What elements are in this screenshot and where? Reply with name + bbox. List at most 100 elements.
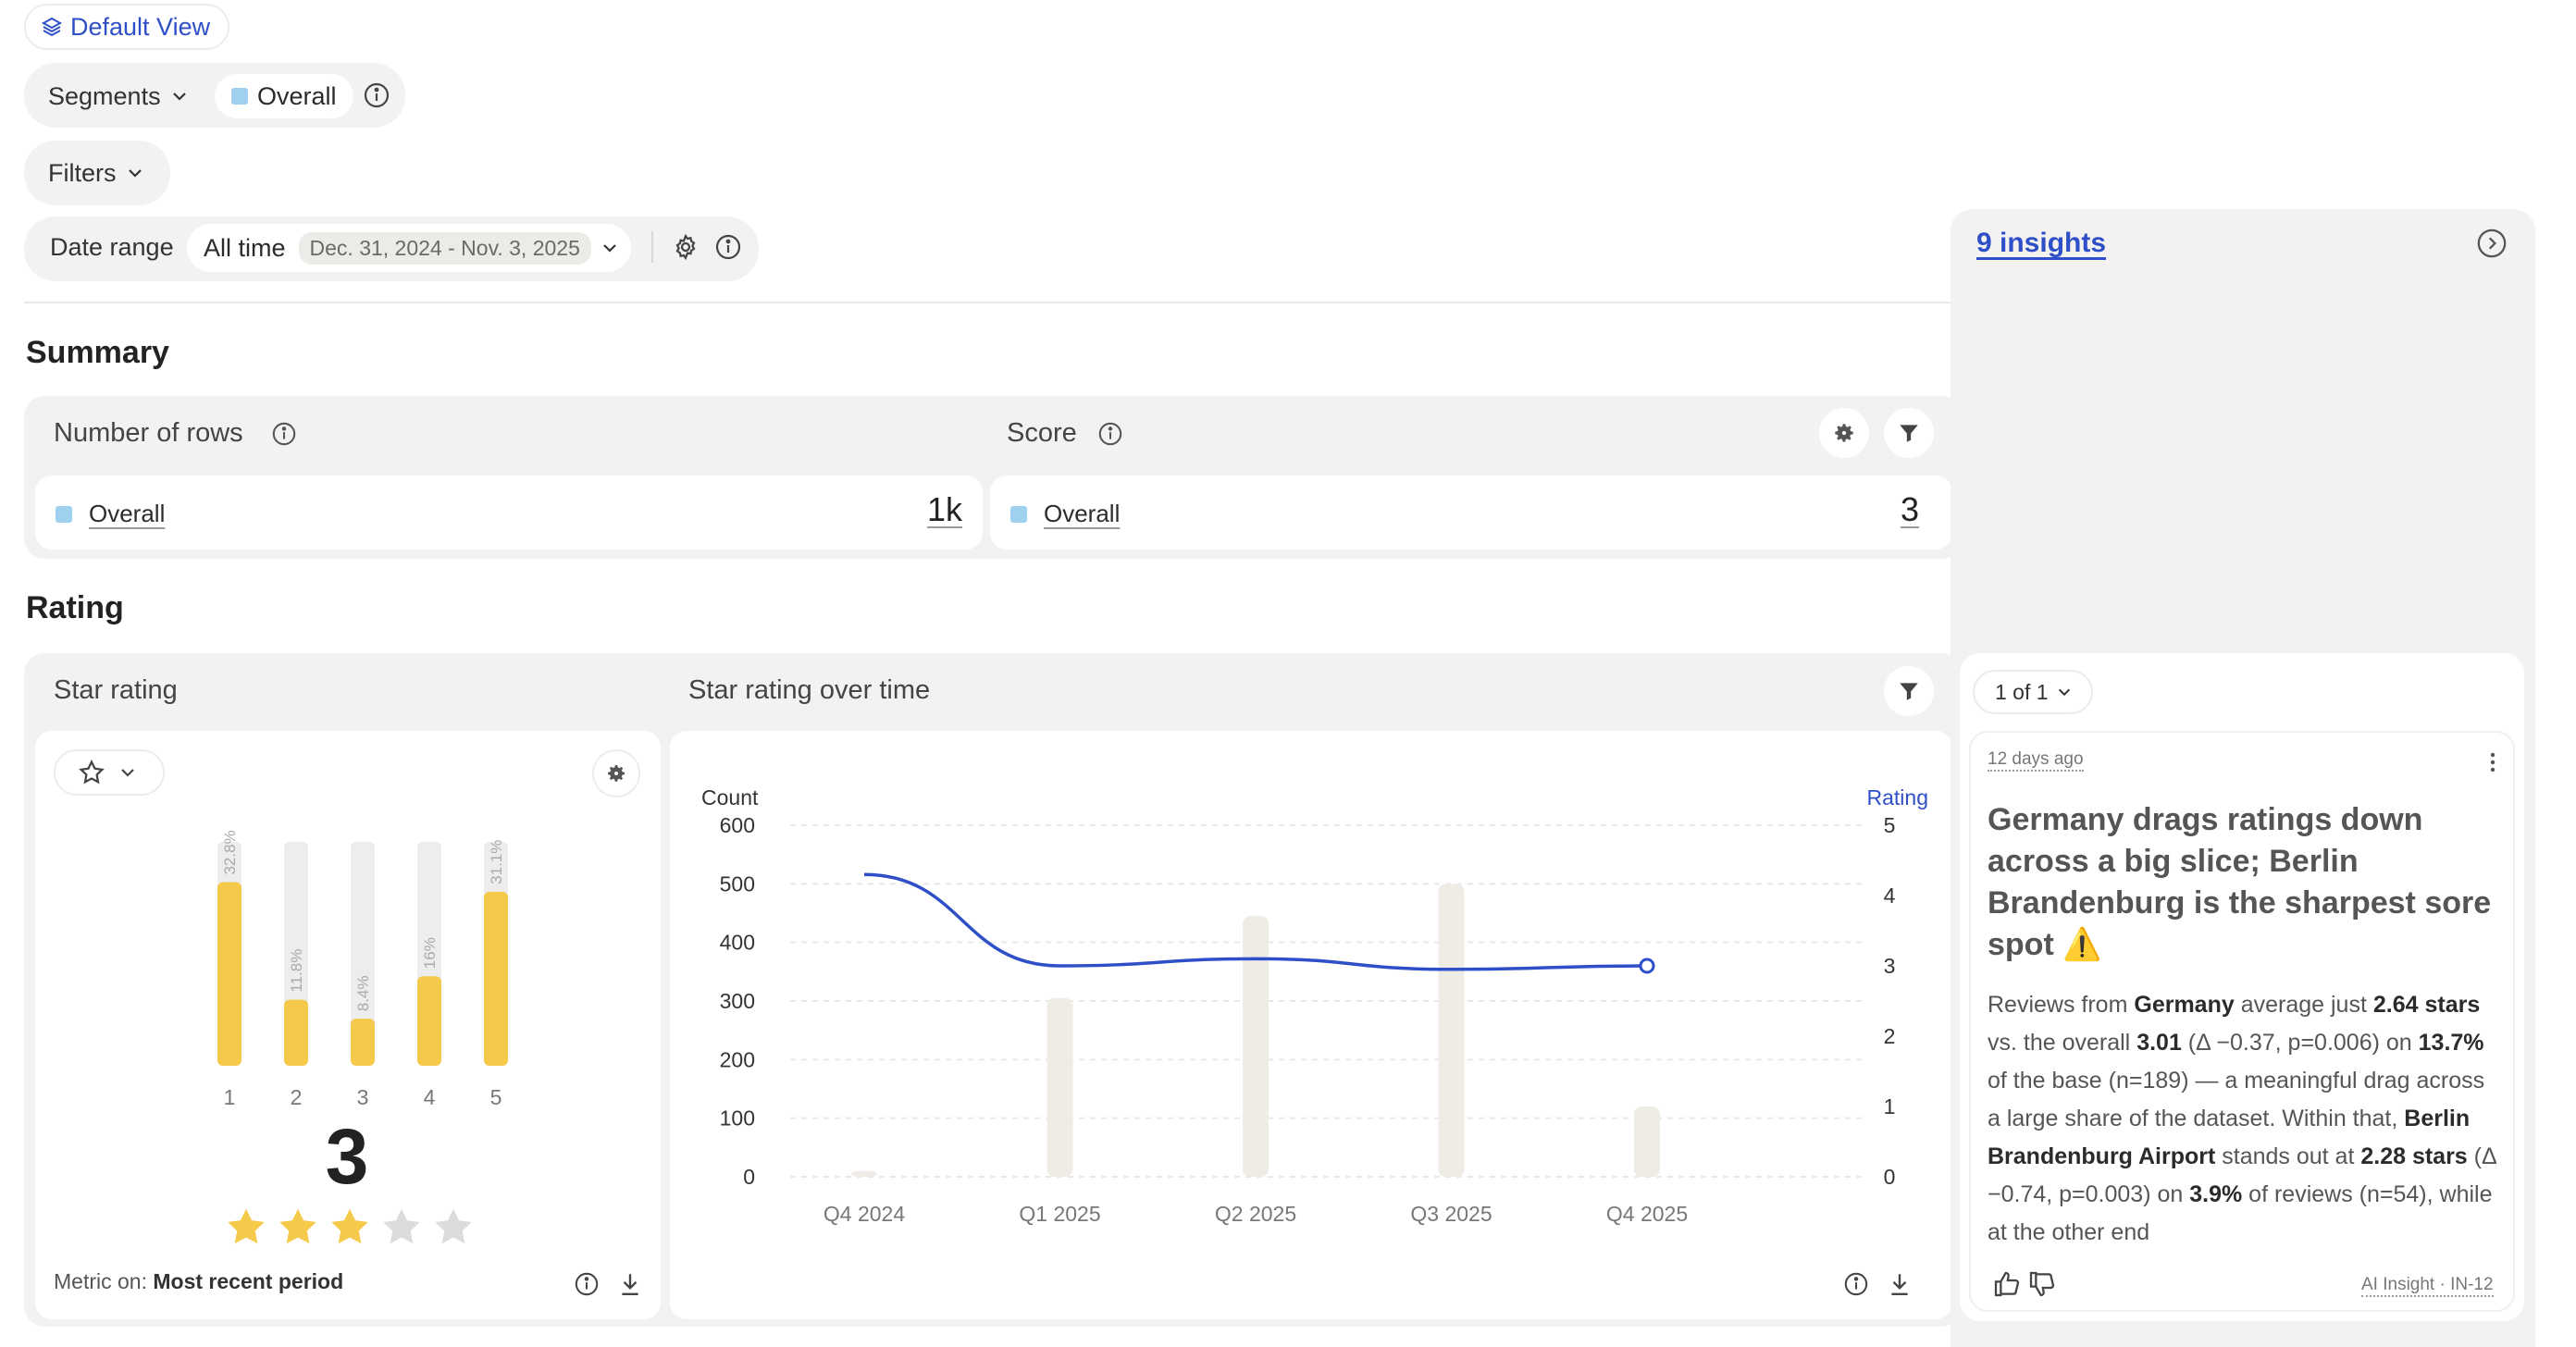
settings-button[interactable]: [1819, 408, 1869, 458]
rows-segment[interactable]: Overall: [56, 500, 165, 528]
x-tick-label: 3: [357, 1085, 369, 1109]
gear-icon[interactable]: [672, 233, 700, 261]
bar-value-label: 32.8%: [221, 830, 239, 874]
star-filled-icon: [279, 1208, 316, 1244]
download-icon[interactable]: [1888, 1271, 1912, 1297]
average-rating-value: 3: [325, 1113, 369, 1200]
rating-bar: [217, 882, 242, 1066]
filter-button[interactable]: [1884, 408, 1934, 458]
insights-count-link[interactable]: 9 insights: [1976, 228, 2106, 259]
thumbs-up-icon[interactable]: [1991, 1269, 2023, 1299]
settings-button[interactable]: [592, 749, 640, 797]
rating-bar: [484, 891, 508, 1066]
insight-body-emphasis: 3.01: [2136, 1030, 2182, 1056]
y-tick-label: 500: [720, 871, 755, 896]
star-filled-icon: [331, 1208, 368, 1244]
info-icon[interactable]: [714, 233, 742, 261]
y-tick-label: 400: [720, 931, 755, 955]
chevron-down-icon: [601, 239, 619, 257]
metric-on-text: Metric on: Most recent period: [54, 1269, 343, 1294]
y-tick-label: 0: [743, 1165, 755, 1189]
y2-tick-label: 3: [1884, 954, 1896, 978]
date-range-label: Date range: [50, 233, 174, 261]
rating-bar: [417, 976, 441, 1066]
segment-chip-overall[interactable]: Overall: [215, 74, 353, 118]
segment-color-swatch: [1010, 505, 1027, 523]
star-select-dropdown[interactable]: [54, 749, 165, 796]
insight-pager-label: 1 of 1: [1995, 679, 2049, 704]
rating-over-time-chart: Count Rating 600 500 400 300 200 100 0 5 4 3 2 1 0 Q4 2…: [701, 785, 1928, 1226]
chevron-down-icon: [118, 763, 137, 782]
rows-value[interactable]: 1k: [916, 490, 962, 529]
y-axis-title: Count: [701, 785, 759, 809]
bar-value-label: 31.1%: [488, 840, 505, 884]
download-icon[interactable]: [618, 1271, 642, 1297]
default-view-button[interactable]: Default View: [24, 4, 229, 50]
score-segment-label: Overall: [1044, 500, 1121, 527]
info-icon[interactable]: [574, 1271, 600, 1297]
date-range-select[interactable]: All time Dec. 31, 2024 - Nov. 3, 2025: [187, 224, 631, 272]
over-time-title: Star rating over time: [688, 675, 931, 705]
segments-dropdown[interactable]: Segments: [48, 78, 189, 115]
insight-body-text: (Δ −0.37, p=0.006) on: [2181, 1030, 2419, 1056]
y-tick-label: 200: [720, 1047, 755, 1071]
count-bar: [1046, 997, 1073, 1177]
chevron-down-icon: [2056, 684, 2073, 700]
insight-footer-tag: AI Insight · IN-12: [2361, 1275, 2494, 1297]
y2-tick-label: 1: [1884, 1094, 1896, 1118]
rating-point: [1639, 958, 1655, 974]
gear-icon: [605, 762, 627, 785]
insight-body-emphasis: 13.7%: [2418, 1030, 2484, 1056]
chevron-down-icon: [126, 164, 144, 182]
rows-title: Number of rows: [54, 418, 297, 449]
insight-body-text: stands out at: [2215, 1143, 2361, 1169]
y2-tick-label: 4: [1884, 884, 1896, 908]
x-tick-label: Q4 2024: [824, 1202, 905, 1226]
section-divider: [24, 302, 1962, 303]
info-icon[interactable]: [271, 421, 297, 447]
x-tick-label: Q3 2025: [1410, 1202, 1492, 1226]
x-tick-label: 4: [424, 1085, 436, 1109]
y-tick-label: 100: [720, 1106, 755, 1131]
score-value[interactable]: 3: [1888, 490, 1919, 529]
kebab-menu-icon[interactable]: [2489, 751, 2496, 773]
bar-value-label: 8.4%: [354, 975, 372, 1011]
insight-title: Germany drags ratings down across a big …: [1988, 802, 2492, 962]
x-tick-label: 1: [224, 1085, 236, 1109]
default-view-label: Default View: [70, 12, 211, 41]
star-filled-icon: [228, 1208, 265, 1244]
rating-distribution-chart: 32.8% 1 11.8% 2 8.4% 3 16% 4 31.1% 5: [217, 830, 508, 1109]
y-tick-label: 600: [720, 813, 755, 837]
filters-button[interactable]: Filters: [24, 141, 170, 205]
chevron-down-icon: [170, 87, 189, 105]
x-tick-label: Q1 2025: [1019, 1202, 1100, 1226]
insight-body-emphasis: 3.9%: [2189, 1181, 2243, 1207]
segment-color-swatch: [231, 88, 248, 105]
star-outline-icon: [78, 759, 105, 786]
bar-value-label: 16%: [421, 937, 439, 969]
gear-icon: [1832, 421, 1856, 445]
filter-button[interactable]: [1884, 666, 1934, 716]
x-tick-label: Q2 2025: [1215, 1202, 1296, 1226]
insight-time-ago: 12 days ago: [1988, 749, 2084, 772]
count-bar: [1243, 916, 1269, 1177]
insight-body-text: vs. the overall: [1988, 1030, 2137, 1056]
bar-value-label: 11.8%: [288, 949, 305, 993]
star-empty-icon: [435, 1208, 472, 1244]
metric-on-value: Most recent period: [153, 1269, 344, 1293]
info-icon[interactable]: [1097, 421, 1123, 447]
rating-heading: Rating: [26, 590, 124, 625]
y-tick-label: 300: [720, 989, 755, 1013]
insight-body-emphasis: 2.64 stars: [2372, 992, 2481, 1018]
info-icon[interactable]: [1843, 1271, 1869, 1297]
collapse-arrow-icon[interactable]: [2476, 228, 2508, 259]
insight-body-emphasis: Germany: [2134, 992, 2235, 1018]
score-segment[interactable]: Overall: [1010, 500, 1120, 528]
average-rating-stars: [222, 1205, 477, 1251]
rows-title-label: Number of rows: [54, 418, 243, 448]
rows-metric-box: [35, 476, 983, 550]
info-icon[interactable]: [363, 81, 390, 109]
insight-pager-dropdown[interactable]: 1 of 1: [1973, 670, 2093, 714]
date-range-dates: Dec. 31, 2024 - Nov. 3, 2025: [298, 231, 591, 265]
thumbs-down-icon[interactable]: [2026, 1269, 2058, 1299]
